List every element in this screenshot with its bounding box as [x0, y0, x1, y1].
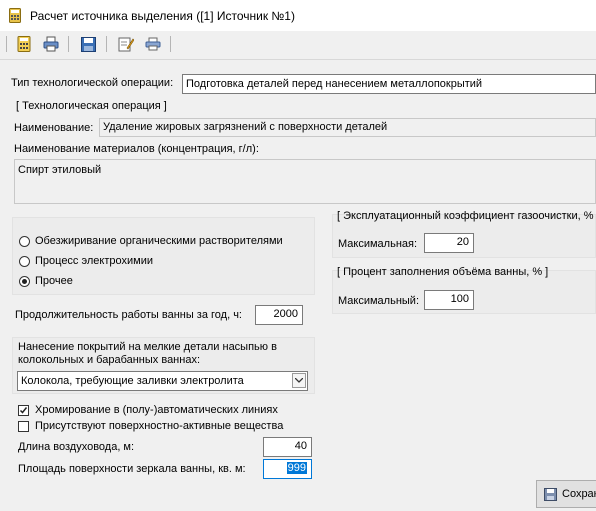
- checkbox-chrome-plating[interactable]: [18, 405, 29, 416]
- operation-type-field[interactable]: Подготовка деталей перед нанесением мета…: [182, 74, 596, 94]
- toolbar-grip: [6, 36, 7, 52]
- radio-organic-solvents[interactable]: [19, 236, 30, 247]
- tech-operation-group-title: [ Технологическая операция ]: [16, 100, 167, 112]
- duct-length-input[interactable]: 40: [263, 437, 312, 457]
- print-icon[interactable]: [41, 34, 61, 54]
- bulk-coating-label: Нанесение покрытий на мелкие детали насы…: [18, 341, 277, 366]
- radio-electrochemistry[interactable]: [19, 256, 30, 267]
- dropdown-arrow-icon[interactable]: [292, 373, 306, 388]
- checkmark-icon: [19, 407, 28, 414]
- bath-fill-max-label: Максимальный:: [338, 295, 419, 307]
- bath-hours-label: Продолжительность работы ванны за год, ч…: [15, 309, 242, 321]
- toolbar-separator: [68, 36, 69, 52]
- duct-length-label: Длина воздуховода, м:: [18, 441, 135, 453]
- bath-area-selected-text: 999: [286, 462, 307, 474]
- radio-other-label[interactable]: Прочее: [35, 275, 73, 287]
- radio-other[interactable]: [19, 276, 30, 287]
- gas-cleaning-max-label: Максимальная:: [338, 238, 418, 250]
- toolbar-divider: [0, 59, 596, 60]
- radio-electrochemistry-label[interactable]: Процесс электрохимии: [35, 255, 153, 267]
- edit-icon[interactable]: [116, 34, 136, 54]
- gas-cleaning-max-input[interactable]: 20: [424, 233, 474, 253]
- radio-organic-solvents-label[interactable]: Обезжиривание органическими растворителя…: [35, 235, 283, 247]
- materials-field[interactable]: Спирт этиловый: [14, 159, 596, 204]
- toolbar: [0, 31, 596, 59]
- materials-label: Наименование материалов (концентрация, г…: [14, 143, 259, 155]
- save-button[interactable]: Сохран: [536, 480, 596, 508]
- bath-fill-max-input[interactable]: 100: [424, 290, 474, 310]
- app-icon: [9, 8, 21, 23]
- bath-hours-input[interactable]: 2000: [255, 305, 303, 325]
- operation-type-label: Тип технологической операции:: [11, 77, 174, 89]
- save-button-label: Сохран: [562, 488, 596, 500]
- checkbox-surfactants-label[interactable]: Присутствуют поверхностно-активные вещес…: [35, 420, 283, 432]
- operation-name-label: Наименование:: [14, 122, 94, 134]
- checkbox-chrome-plating-label[interactable]: Хромирование в (полу-)автоматических лин…: [35, 404, 278, 416]
- calculator-icon[interactable]: [14, 34, 34, 54]
- bath-area-input[interactable]: 999: [263, 459, 312, 479]
- window-title: Расчет источника выделения ([1] Источник…: [30, 9, 295, 23]
- checkbox-surfactants[interactable]: [18, 421, 29, 432]
- save-icon[interactable]: [78, 34, 98, 54]
- bath-area-label: Площадь поверхности зеркала ванны, кв. м…: [18, 463, 246, 475]
- bath-fill-group-title: [ Процент заполнения объёма ванны, % ]: [337, 266, 549, 278]
- bulk-coating-select[interactable]: Колокола, требующие заливки электролита: [17, 371, 308, 391]
- operation-name-field[interactable]: Удаление жировых загрязнений с поверхнос…: [99, 118, 596, 137]
- bulk-coating-selected: Колокола, требующие заливки электролита: [21, 375, 244, 387]
- gas-cleaning-group-title: [ Эксплуатационный коэффициент газоочист…: [337, 210, 596, 222]
- toolbar-separator: [170, 36, 171, 52]
- print-preview-icon[interactable]: [143, 34, 163, 54]
- save-icon: [544, 488, 557, 501]
- toolbar-separator: [106, 36, 107, 52]
